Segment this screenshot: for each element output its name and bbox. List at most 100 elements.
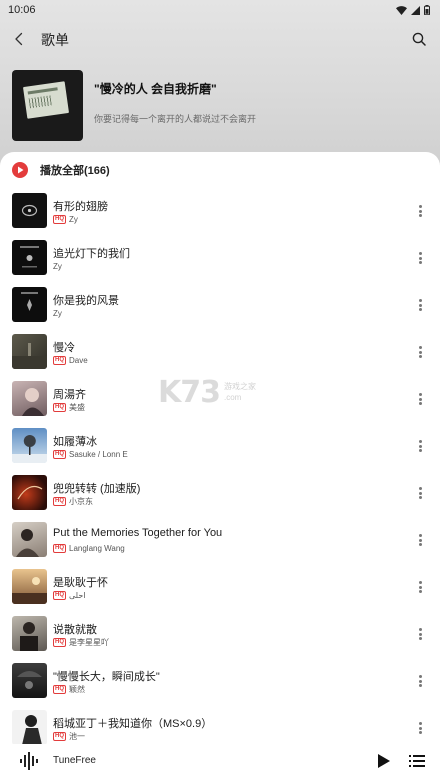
song-meta: Zy: [53, 308, 62, 319]
song-meta: Zy: [53, 261, 62, 272]
song-cover: [12, 428, 47, 463]
song-meta: HQ Zy: [53, 214, 78, 225]
song-title: 周湯齐: [53, 389, 86, 401]
more-vertical-icon[interactable]: [416, 673, 424, 689]
song-cover: [12, 710, 47, 745]
hq-badge: HQ: [53, 356, 66, 365]
more-vertical-icon[interactable]: [416, 250, 424, 266]
song-title: 是耿耿于怀: [53, 577, 108, 589]
more-vertical-icon[interactable]: [416, 532, 424, 548]
song-cover: [12, 522, 47, 557]
song-title: 有形的翅膀: [53, 201, 108, 213]
song-cover: [12, 616, 47, 651]
status-time: 10:06: [8, 4, 36, 16]
song-cover: [12, 240, 47, 275]
play-icon[interactable]: [377, 753, 391, 769]
song-artist: Dave: [69, 356, 88, 365]
cover-art-ticket: [22, 81, 70, 119]
song-artist: Zy: [69, 215, 78, 224]
song-artist: Sasuke / Lonn E: [69, 450, 128, 459]
song-list: 有形的翅膀 HQ Zy 追光灯下的我们 Zy 你是我的风景 Zy 慢冷 HQ D…: [0, 187, 440, 751]
song-meta: HQ 池一: [53, 731, 85, 742]
song-row-1[interactable]: 有形的翅膀 HQ Zy: [0, 187, 440, 234]
song-title: 稻城亚丁＋我知道你（MS×0.9）: [53, 718, 213, 730]
song-title: "慢慢长大，瞬间成长": [53, 671, 160, 683]
hq-badge: HQ: [53, 685, 66, 694]
song-cover: [12, 663, 47, 698]
song-meta: HQ 颖然: [53, 684, 85, 695]
song-title: 说散就散: [53, 624, 97, 636]
more-vertical-icon[interactable]: [416, 720, 424, 736]
page-title: 歌单: [41, 32, 69, 48]
more-vertical-icon[interactable]: [416, 438, 424, 454]
song-title: Put the Memories Together for You: [53, 527, 223, 539]
song-artist: 是李星星吖: [69, 638, 109, 647]
song-meta: HQ Dave: [53, 355, 88, 366]
song-row-7[interactable]: 兜兜转转 (加速版) HQ 小京东: [0, 469, 440, 516]
playlist-description: 你要记得每一个离开的人都说过不会离开: [94, 114, 257, 124]
song-title: 如履薄冰: [53, 436, 97, 448]
signal-icon: [411, 5, 420, 15]
song-artist: 颖然: [69, 685, 85, 694]
hq-badge: HQ: [53, 544, 66, 553]
playlist-cover[interactable]: [12, 70, 83, 141]
song-meta: HQ احلى: [53, 590, 85, 601]
hq-badge: HQ: [53, 732, 66, 741]
wifi-icon: [396, 5, 407, 15]
song-meta: HQ 小京东: [53, 496, 93, 507]
song-row-6[interactable]: 如履薄冰 HQ Sasuke / Lonn E: [0, 422, 440, 469]
playlist-title: "慢冷的人 会自我折磨": [94, 82, 217, 96]
song-artist: Zy: [53, 262, 62, 271]
hq-badge: HQ: [53, 497, 66, 506]
more-vertical-icon[interactable]: [416, 203, 424, 219]
song-title: 慢冷: [53, 342, 75, 354]
play-all-button[interactable]: 播放全部(166): [12, 161, 110, 179]
back-button[interactable]: [9, 29, 29, 49]
song-artist: 池一: [69, 732, 85, 741]
song-row-4[interactable]: 慢冷 HQ Dave: [0, 328, 440, 375]
playlist-icon[interactable]: [409, 753, 425, 769]
song-row-11[interactable]: "慢慢长大，瞬间成长" HQ 颖然: [0, 657, 440, 704]
song-cover: [12, 381, 47, 416]
chevron-left-icon: [15, 32, 23, 46]
song-row-5[interactable]: 周湯齐 HQ 美盛: [0, 375, 440, 422]
more-vertical-icon[interactable]: [416, 391, 424, 407]
search-button[interactable]: [409, 29, 429, 49]
hq-badge: HQ: [53, 215, 66, 224]
song-row-9[interactable]: 是耿耿于怀 HQ احلى: [0, 563, 440, 610]
song-artist: 美盛: [69, 403, 85, 412]
song-cover: [12, 287, 47, 322]
mini-player[interactable]: TuneFree: [0, 744, 440, 782]
song-title: 追光灯下的我们: [53, 248, 130, 260]
song-row-2[interactable]: 追光灯下的我们 Zy: [0, 234, 440, 281]
hq-badge: HQ: [53, 638, 66, 647]
status-icons: [396, 5, 430, 15]
hq-badge: HQ: [53, 591, 66, 600]
more-vertical-icon[interactable]: [416, 344, 424, 360]
more-vertical-icon[interactable]: [416, 579, 424, 595]
waveform-icon: [20, 752, 38, 770]
status-bar: 10:06: [0, 0, 440, 20]
song-meta: HQ 美盛: [53, 402, 85, 413]
song-title: 你是我的风景: [53, 295, 119, 307]
song-cover: [12, 475, 47, 510]
search-icon: [412, 32, 426, 46]
song-row-10[interactable]: 说散就散 HQ 是李星星吖: [0, 610, 440, 657]
song-cover: [12, 334, 47, 369]
song-meta: HQ Sasuke / Lonn E: [53, 449, 128, 460]
now-playing-name: TuneFree: [53, 755, 96, 766]
song-artist: Langlang Wang: [69, 544, 125, 553]
more-vertical-icon[interactable]: [416, 485, 424, 501]
battery-icon: [424, 5, 430, 15]
song-row-8[interactable]: Put the Memories Together for You HQ Lan…: [0, 516, 440, 563]
hq-badge: HQ: [53, 403, 66, 412]
song-row-3[interactable]: 你是我的风景 Zy: [0, 281, 440, 328]
song-meta: HQ Langlang Wang: [53, 543, 125, 554]
song-cover: [12, 569, 47, 604]
more-vertical-icon[interactable]: [416, 626, 424, 642]
play-all-label: 播放全部(166): [40, 165, 110, 177]
app-header: 歌单: [0, 22, 440, 56]
song-cover: [12, 193, 47, 228]
hq-badge: HQ: [53, 450, 66, 459]
more-vertical-icon[interactable]: [416, 297, 424, 313]
